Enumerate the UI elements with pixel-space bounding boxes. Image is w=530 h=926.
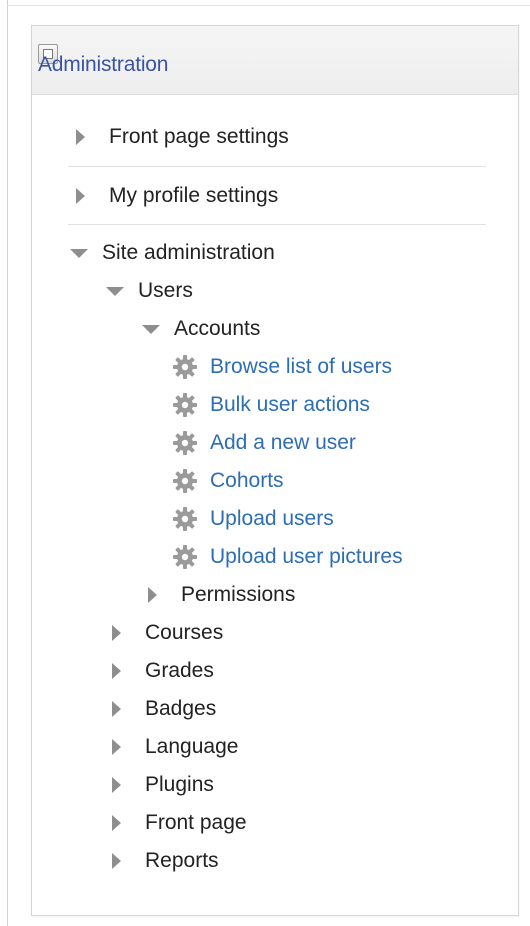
triangle-right-icon[interactable] <box>112 701 121 717</box>
link-upload-users[interactable]: Upload users <box>172 500 334 538</box>
tree-item-courses[interactable]: Courses <box>112 614 223 652</box>
tree-item-label: Front page settings <box>109 125 289 148</box>
gear-icon <box>173 431 197 455</box>
link-label[interactable]: Upload user pictures <box>210 538 403 576</box>
page-border-left <box>7 0 8 926</box>
link-label[interactable]: Browse list of users <box>210 348 392 386</box>
block-header: Administration <box>32 26 518 95</box>
tree-item-label: Courses <box>145 621 224 644</box>
triangle-right-icon[interactable] <box>112 625 121 641</box>
gear-icon <box>173 355 197 379</box>
tree-item-label: Reports <box>145 849 219 872</box>
tree-item-accounts[interactable]: Accounts <box>142 310 260 348</box>
block-title: Administration <box>38 53 169 76</box>
link-label[interactable]: Bulk user actions <box>210 386 370 424</box>
tree-item-label: Badges <box>145 697 217 720</box>
tree-item-grades[interactable]: Grades <box>112 652 214 690</box>
tree-divider <box>68 166 486 167</box>
triangle-down-icon[interactable] <box>70 248 88 258</box>
triangle-right-icon[interactable] <box>148 587 157 603</box>
link-bulk-user-actions[interactable]: Bulk user actions <box>172 386 370 424</box>
triangle-right-icon[interactable] <box>76 188 85 204</box>
tree-item-reports[interactable]: Reports <box>112 842 219 880</box>
tree-item-plugins[interactable]: Plugins <box>112 766 214 804</box>
triangle-right-icon[interactable] <box>76 129 85 145</box>
tree-item-front-page-settings[interactable]: Front page settings <box>76 118 289 156</box>
tree-item-label: Accounts <box>174 317 261 340</box>
tree-item-label: Permissions <box>181 583 296 606</box>
triangle-right-icon[interactable] <box>112 853 121 869</box>
link-label[interactable]: Cohorts <box>210 462 284 500</box>
tree-item-permissions[interactable]: Permissions <box>148 576 295 614</box>
link-label[interactable]: Upload users <box>210 500 334 538</box>
tree-item-label: Grades <box>145 659 214 682</box>
tree-item-label: Users <box>138 279 193 302</box>
tree-item-my-profile-settings[interactable]: My profile settings <box>76 177 278 215</box>
tree-item-front-page[interactable]: Front page <box>112 804 247 842</box>
triangle-right-icon[interactable] <box>112 739 121 755</box>
page-border-top <box>7 5 530 6</box>
tree-item-badges[interactable]: Badges <box>112 690 216 728</box>
tree-item-site-administration[interactable]: Site administration <box>70 234 275 272</box>
link-label[interactable]: Add a new user <box>210 424 356 462</box>
gear-icon <box>173 469 197 493</box>
link-upload-user-pictures[interactable]: Upload user pictures <box>172 538 403 576</box>
tree-item-language[interactable]: Language <box>112 728 238 766</box>
gear-icon <box>173 545 197 569</box>
triangle-right-icon[interactable] <box>112 815 121 831</box>
tree-item-label: Site administration <box>102 241 275 264</box>
administration-block: Administration Front page settings My pr… <box>31 25 519 916</box>
tree-item-users[interactable]: Users <box>106 272 193 310</box>
triangle-right-icon[interactable] <box>112 777 121 793</box>
link-add-a-new-user[interactable]: Add a new user <box>172 424 356 462</box>
gear-icon <box>173 393 197 417</box>
gear-icon <box>173 507 197 531</box>
triangle-down-icon[interactable] <box>106 286 124 296</box>
link-cohorts[interactable]: Cohorts <box>172 462 284 500</box>
tree-item-label: Plugins <box>145 773 214 796</box>
triangle-right-icon[interactable] <box>112 663 121 679</box>
tree-divider <box>68 224 486 225</box>
tree-item-label: Front page <box>145 811 247 834</box>
tree-item-label: Language <box>145 735 239 758</box>
tree-item-label: My profile settings <box>109 184 279 207</box>
link-browse-list-of-users[interactable]: Browse list of users <box>172 348 392 386</box>
triangle-down-icon[interactable] <box>142 324 160 334</box>
